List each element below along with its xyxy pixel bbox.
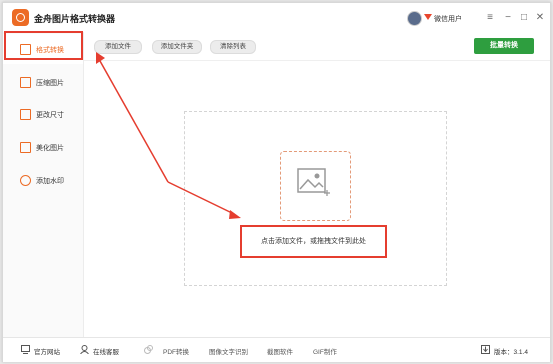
sidebar-item-label: 更改尺寸 bbox=[36, 112, 64, 119]
sidebar: 格式转换 压缩图片 更改尺寸 美化图片 添加水印 bbox=[3, 32, 84, 337]
status-bar: 官方网站 在线客服 PDF转换 图像文字识别 截图软件 GIF制作 版本：3.1… bbox=[3, 337, 550, 362]
online-service-link[interactable]: 在线客服 bbox=[93, 346, 119, 356]
beautify-icon bbox=[20, 142, 31, 153]
official-site-link[interactable]: 官方网站 bbox=[34, 346, 60, 356]
drop-zone[interactable] bbox=[184, 111, 447, 286]
pdf-convert-link[interactable]: PDF转换 bbox=[163, 346, 189, 356]
watermark-icon bbox=[20, 175, 31, 186]
monitor-icon bbox=[21, 345, 30, 354]
drop-hint-text: 点击添加文件，或拖拽文件到此处 bbox=[261, 238, 366, 245]
sidebar-item-resize[interactable]: 更改尺寸 bbox=[3, 99, 83, 129]
resize-icon bbox=[20, 109, 31, 120]
add-file-button[interactable]: 添加文件 bbox=[94, 40, 142, 54]
sidebar-item-compress[interactable]: 压缩图片 bbox=[3, 67, 83, 97]
minimize-button[interactable]: − bbox=[502, 12, 514, 24]
user-name[interactable]: 微信用户 bbox=[434, 14, 462, 24]
sidebar-item-label: 压缩图片 bbox=[36, 80, 64, 87]
sidebar-item-beautify[interactable]: 美化图片 bbox=[3, 132, 83, 162]
add-image-box[interactable] bbox=[280, 151, 351, 221]
compress-icon bbox=[20, 77, 31, 88]
sidebar-item-label: 美化图片 bbox=[36, 145, 64, 152]
pdf-icon bbox=[144, 345, 153, 354]
version-label: 版本：3.1.4 bbox=[494, 349, 528, 356]
title-bar: 金舟图片格式转换器 微信用户 ≡ − □ ✕ bbox=[3, 3, 550, 32]
app-title: 金舟图片格式转换器 bbox=[34, 14, 116, 24]
clear-list-button[interactable]: 清除列表 bbox=[210, 40, 256, 54]
sidebar-item-label: 添加水印 bbox=[36, 178, 64, 185]
app-window: 金舟图片格式转换器 微信用户 ≡ − □ ✕ 格式转换 压缩图片 更改尺寸 美化… bbox=[2, 2, 551, 362]
screenshot-software-link[interactable]: 截图软件 bbox=[267, 346, 293, 356]
maximize-button[interactable]: □ bbox=[518, 12, 530, 24]
sidebar-highlight-annotation bbox=[4, 31, 83, 60]
menu-icon[interactable]: ≡ bbox=[484, 12, 496, 24]
add-folder-button[interactable]: 添加文件夹 bbox=[152, 40, 202, 54]
vip-icon[interactable] bbox=[424, 14, 432, 20]
gif-maker-link[interactable]: GIF制作 bbox=[313, 346, 337, 356]
batch-convert-button[interactable]: 批量转换 bbox=[474, 38, 534, 54]
drop-hint[interactable]: 点击添加文件，或拖拽文件到此处 bbox=[240, 225, 387, 258]
toolbar: 添加文件 添加文件夹 清除列表 批量转换 bbox=[84, 32, 550, 61]
customer-service-icon bbox=[80, 345, 89, 354]
app-logo bbox=[12, 9, 29, 26]
add-image-icon bbox=[297, 168, 330, 196]
close-button[interactable]: ✕ bbox=[534, 12, 546, 24]
download-icon bbox=[481, 345, 490, 354]
sidebar-item-watermark[interactable]: 添加水印 bbox=[3, 165, 83, 195]
user-avatar[interactable] bbox=[407, 11, 422, 26]
ocr-link[interactable]: 图像文字识别 bbox=[209, 346, 248, 356]
